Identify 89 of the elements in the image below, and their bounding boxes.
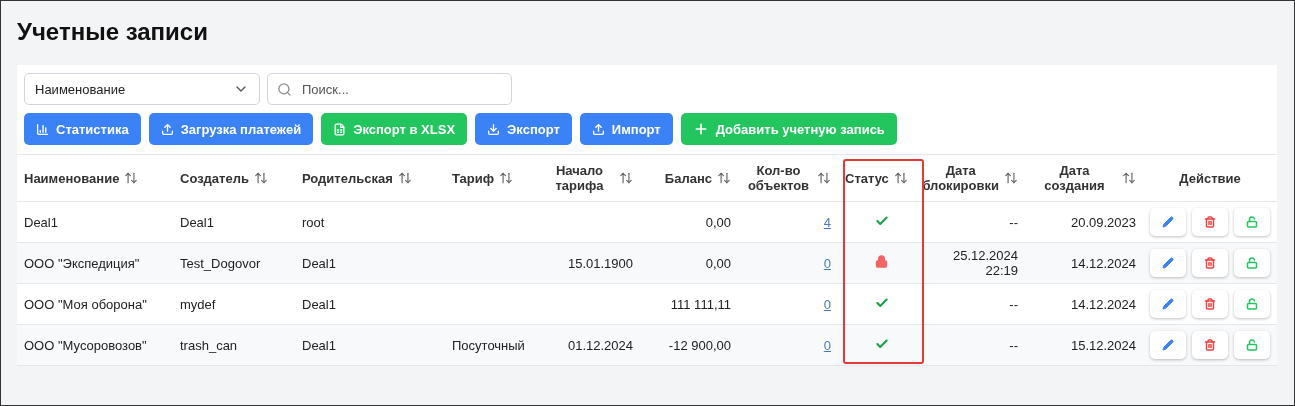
column-header[interactable]: Наименование <box>24 170 120 186</box>
bar-chart-icon <box>36 122 49 136</box>
sort-icon[interactable] <box>619 171 633 185</box>
sort-icon[interactable] <box>253 171 268 185</box>
field-select[interactable]: Наименование <box>24 73 260 105</box>
page-title: Учетные записи <box>17 17 209 47</box>
column-header[interactable]: Начало тарифа <box>545 163 614 193</box>
column-header[interactable]: Дата блокировки <box>922 163 999 193</box>
table-cell: -12 900,00 <box>668 337 731 353</box>
search-field[interactable]: Поиск... <box>267 73 512 105</box>
table-cell: 0,00 <box>705 214 731 230</box>
table-cell: -- <box>1009 337 1018 353</box>
sort-icon[interactable] <box>124 171 139 185</box>
table-cell: trash_can <box>180 337 238 353</box>
column-header: Действие <box>1179 170 1241 186</box>
table-cell: Посуточный <box>452 337 525 353</box>
table-cell: 14.12.2024 <box>1070 296 1136 312</box>
column-header[interactable]: Баланс <box>664 170 712 186</box>
table-cell: 20.09.2023 <box>1070 214 1136 230</box>
trash-icon <box>1204 257 1216 269</box>
sort-icon[interactable] <box>1004 171 1018 185</box>
sort-icon[interactable] <box>893 171 908 185</box>
delete-button[interactable] <box>1192 249 1228 277</box>
column-header[interactable]: Создатель <box>180 170 249 186</box>
delete-button[interactable] <box>1192 290 1228 318</box>
pencil-icon <box>1162 298 1174 310</box>
edit-button[interactable] <box>1150 208 1186 236</box>
edit-button[interactable] <box>1150 331 1186 359</box>
column-header[interactable]: Тариф <box>452 170 495 186</box>
download-icon <box>487 122 501 136</box>
search-icon <box>277 82 292 97</box>
trash-icon <box>1204 298 1216 310</box>
edit-button[interactable] <box>1150 290 1186 318</box>
trash-icon <box>1204 216 1216 228</box>
table-cell: ООО "Моя оборона" <box>24 296 147 312</box>
unlock-button[interactable] <box>1234 249 1270 277</box>
table-cell: ООО "Экспедиция" <box>24 255 140 271</box>
sort-icon[interactable] <box>499 171 514 185</box>
table-cell: -- <box>1009 296 1018 312</box>
objects-link[interactable]: 0 <box>823 255 831 271</box>
toolbar-button[interactable]: Статистика <box>24 113 141 145</box>
table-cell: Deal1 <box>302 296 336 312</box>
toolbar-button[interactable]: Импорт <box>579 113 673 145</box>
table-cell: 111 111,11 <box>670 296 731 312</box>
objects-link[interactable]: 0 <box>823 337 831 353</box>
table-cell: 25.12.2024 22:19 <box>952 248 1018 278</box>
edit-button[interactable] <box>1150 249 1186 277</box>
objects-link[interactable]: 0 <box>823 296 831 312</box>
unlock-button[interactable] <box>1234 208 1270 236</box>
pencil-icon <box>1162 339 1174 351</box>
table-cell: 01.12.2024 <box>567 337 633 353</box>
toolbar-button[interactable]: Экспорт <box>475 113 572 145</box>
table-cell: 0,00 <box>705 255 731 271</box>
table-cell: mydef <box>180 296 216 312</box>
unlocked-lock-icon <box>1246 339 1258 351</box>
table-cell: 14.12.2024 <box>1070 255 1136 271</box>
table-cell: 15.12.2024 <box>1070 337 1136 353</box>
pencil-icon <box>1162 216 1174 228</box>
unlock-button[interactable] <box>1234 331 1270 359</box>
table-cell: Deal1 <box>180 214 214 230</box>
column-header[interactable]: Родительская <box>302 170 393 186</box>
sort-icon[interactable] <box>1122 171 1136 185</box>
unlocked-lock-icon <box>1246 298 1258 310</box>
table-cell: Deal1 <box>24 214 58 230</box>
column-header[interactable]: Статус <box>845 170 889 186</box>
sort-icon[interactable] <box>397 171 412 185</box>
upload-icon <box>591 122 605 136</box>
toolbar-button[interactable]: Загрузка платежей <box>148 113 314 145</box>
spreadsheet-icon <box>333 122 347 136</box>
unlocked-lock-icon <box>1246 257 1258 269</box>
column-header[interactable]: Дата создания <box>1032 163 1117 193</box>
trash-icon <box>1204 339 1216 351</box>
table-cell: Deal1 <box>302 337 336 353</box>
table-cell: ООО "Мусоровозов" <box>24 337 147 353</box>
upload-icon <box>160 122 174 136</box>
table-cell: Test_Dogovor <box>180 255 261 271</box>
objects-link[interactable]: 4 <box>823 214 831 230</box>
table-cell: Deal1 <box>302 255 336 271</box>
unlocked-lock-icon <box>1246 216 1258 228</box>
delete-button[interactable] <box>1192 331 1228 359</box>
sort-icon[interactable] <box>717 171 731 185</box>
sort-icon[interactable] <box>817 171 831 185</box>
pencil-icon <box>1162 257 1174 269</box>
delete-button[interactable] <box>1192 208 1228 236</box>
table-cell: -- <box>1009 214 1018 230</box>
table-cell: root <box>302 214 325 230</box>
table-cell: 15.01.1900 <box>567 255 633 271</box>
column-header[interactable]: Кол-во объектов <box>745 163 812 193</box>
unlock-button[interactable] <box>1234 290 1270 318</box>
